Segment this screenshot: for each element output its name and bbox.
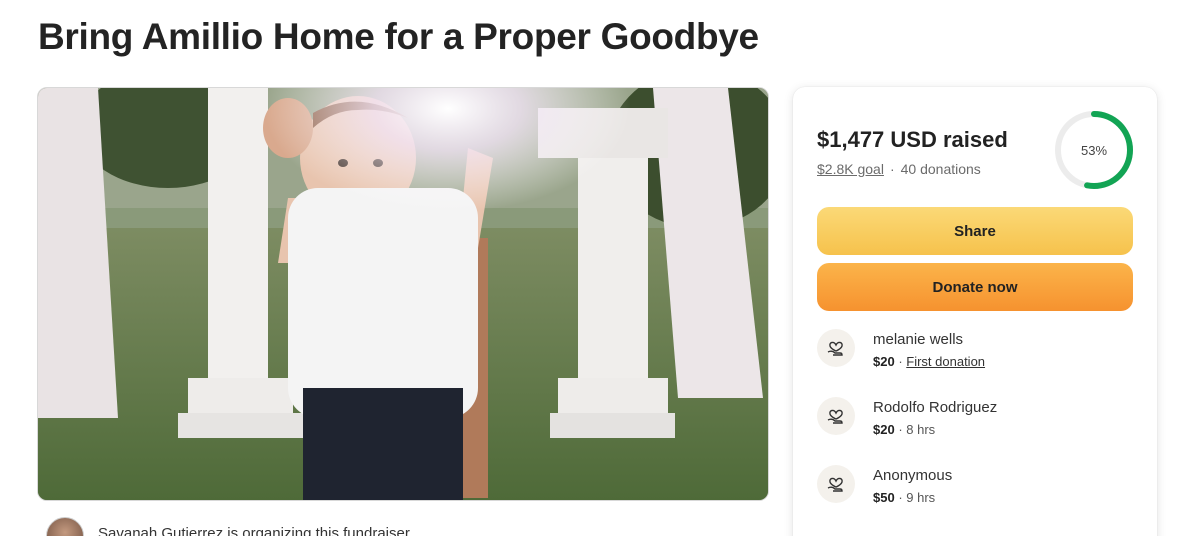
share-button[interactable]: Share bbox=[817, 207, 1133, 255]
campaign-photo[interactable] bbox=[37, 87, 769, 501]
goal-link[interactable]: $2.8K goal bbox=[817, 161, 884, 177]
progress-percent: 53% bbox=[1080, 142, 1108, 158]
donation-sep: · bbox=[894, 422, 907, 437]
amount-raised: $1,477 USD raised bbox=[817, 127, 1008, 152]
organizer-avatar[interactable] bbox=[46, 517, 84, 536]
donation-time: 9 hrs bbox=[906, 490, 936, 505]
donate-now-button[interactable]: Donate now bbox=[817, 263, 1133, 311]
donation-card: $1,477 USD raised $2.8K goal · 40 donation… bbox=[793, 87, 1157, 536]
donation-item: melanie wells $20 · First donation bbox=[817, 325, 1137, 393]
donor-name: Anonymous bbox=[873, 467, 953, 484]
page-title: Bring Amillio Home for a Proper Goodbye bbox=[38, 16, 759, 57]
donation-meta: $50 · 9 hrs bbox=[873, 490, 935, 505]
donation-sep: · bbox=[894, 354, 907, 369]
donations-count: 40 donations bbox=[900, 161, 981, 177]
fundraiser-page: Bring Amillio Home for a Proper Goodbye bbox=[0, 0, 1186, 536]
donation-meta: $20 · 8 hrs bbox=[873, 422, 935, 437]
campaign-photo-image bbox=[38, 88, 768, 500]
separator-dot: · bbox=[889, 161, 895, 177]
donation-amount: $20 bbox=[873, 422, 895, 437]
first-donation-link[interactable]: First donation bbox=[906, 354, 985, 369]
donor-name: melanie wells bbox=[873, 331, 964, 348]
donation-amount: $50 bbox=[873, 490, 895, 505]
goal-line: $2.8K goal · 40 donations bbox=[817, 161, 981, 177]
donation-meta: $20 · First donation bbox=[873, 354, 985, 369]
donation-sep: · bbox=[894, 490, 907, 505]
heart-hand-icon bbox=[817, 329, 855, 367]
donation-item: Anonymous $50 · 9 hrs bbox=[817, 461, 1137, 529]
organizer-text: Savanah Gutierrez is organizing this fun… bbox=[98, 525, 414, 536]
heart-hand-icon bbox=[817, 465, 855, 503]
donation-time: 8 hrs bbox=[906, 422, 936, 437]
donation-item: Rodolfo Rodriguez $20 · 8 hrs bbox=[817, 393, 1137, 461]
heart-hand-icon bbox=[817, 397, 855, 435]
donation-amount: $20 bbox=[873, 354, 895, 369]
organizer-row: Savanah Gutierrez is organizing this fun… bbox=[46, 517, 413, 536]
donor-name: Rodolfo Rodriguez bbox=[873, 399, 998, 416]
recent-donations: melanie wells $20 · First donation Rodol… bbox=[817, 325, 1137, 529]
